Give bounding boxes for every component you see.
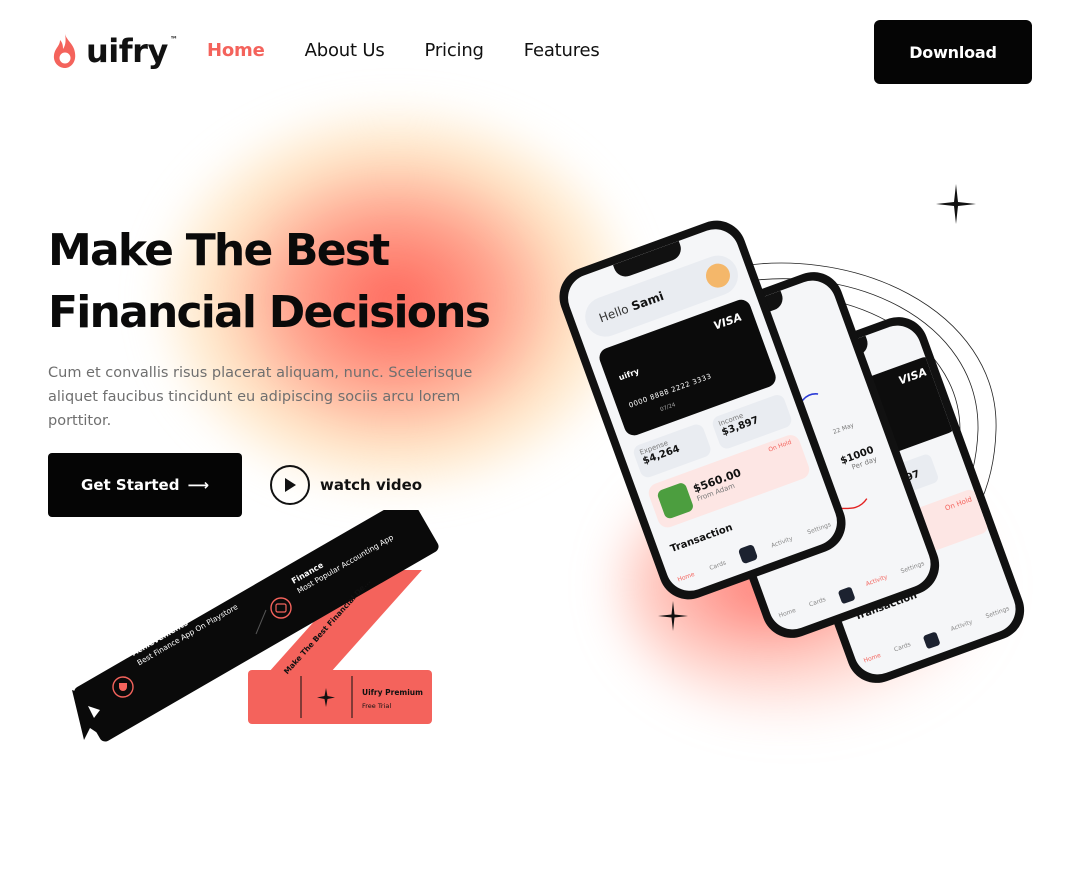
tab-activity[interactable]: Activity bbox=[770, 535, 793, 549]
nav-home[interactable]: Home bbox=[207, 40, 265, 61]
tab-settings[interactable]: Settings bbox=[806, 521, 832, 536]
site-header: uifry ™ Home About Us Pricing Features D… bbox=[0, 0, 1079, 105]
transfer-button[interactable] bbox=[923, 631, 942, 650]
section-title: Transaction bbox=[669, 522, 735, 555]
main-nav: Home About Us Pricing Features bbox=[207, 40, 600, 61]
get-started-label: Get Started bbox=[81, 476, 180, 494]
tab-home[interactable]: Home bbox=[863, 652, 884, 671]
tab-cards[interactable]: Cards bbox=[893, 641, 914, 660]
card-expiry: 07/24 bbox=[659, 402, 677, 414]
flame-icon bbox=[53, 34, 76, 68]
card-logo: uifry bbox=[617, 366, 641, 383]
transfer-button[interactable] bbox=[838, 586, 857, 605]
tab-home[interactable]: Home bbox=[676, 570, 695, 583]
premium-title: Uifry Premium bbox=[362, 688, 423, 697]
user-name: Sami bbox=[629, 288, 666, 314]
logo-text: uifry bbox=[86, 32, 168, 70]
transfer-button[interactable] bbox=[738, 543, 759, 565]
nav-pricing[interactable]: Pricing bbox=[425, 40, 484, 61]
payer-avatar bbox=[656, 481, 695, 520]
watch-video-link[interactable]: watch video bbox=[270, 465, 422, 505]
logo-trademark: ™ bbox=[169, 34, 178, 44]
premium-text: Free Trial bbox=[362, 702, 392, 710]
tab-cards[interactable]: Cards bbox=[808, 596, 829, 615]
nav-features[interactable]: Features bbox=[524, 40, 600, 61]
watch-video-label: watch video bbox=[320, 476, 423, 494]
play-icon bbox=[270, 465, 310, 505]
get-started-button[interactable]: Get Started ⟶ bbox=[48, 453, 242, 517]
pending-status: On Hold bbox=[943, 495, 974, 513]
tab-settings[interactable]: Settings bbox=[900, 560, 928, 582]
phone-mockups: VISA 33 Income $3,897 On Hold Transactio… bbox=[551, 190, 1033, 710]
tab-home[interactable]: Home bbox=[778, 607, 799, 626]
hero-description: Cum et convallis risus placerat aliquam,… bbox=[48, 365, 473, 429]
tab-cards[interactable]: Cards bbox=[708, 559, 727, 571]
tab-activity[interactable]: Activity bbox=[950, 619, 976, 640]
avatar[interactable] bbox=[702, 260, 734, 291]
tab-settings[interactable]: Settings bbox=[985, 605, 1013, 627]
logo[interactable]: uifry ™ bbox=[50, 32, 178, 70]
nav-about-us[interactable]: About Us bbox=[305, 40, 385, 61]
card-brand: VISA bbox=[896, 365, 929, 388]
premium-block: Uifry Premium Free Trial bbox=[362, 688, 423, 710]
arrow-right-icon: ⟶ bbox=[187, 476, 209, 494]
card-brand: VISA bbox=[711, 310, 744, 333]
award-ribbon: Achievements Best Finance App On Playsto… bbox=[60, 497, 450, 760]
download-button[interactable]: Download bbox=[874, 20, 1032, 84]
greeting-text: Hello bbox=[597, 301, 631, 326]
hero-title-line-2: Financial Decisions bbox=[48, 287, 491, 338]
hero-title-line-1: Make The Best bbox=[48, 225, 390, 276]
tab-activity[interactable]: Activity bbox=[865, 574, 891, 595]
hero-title: Make The Best Financial Decisions bbox=[48, 220, 568, 344]
